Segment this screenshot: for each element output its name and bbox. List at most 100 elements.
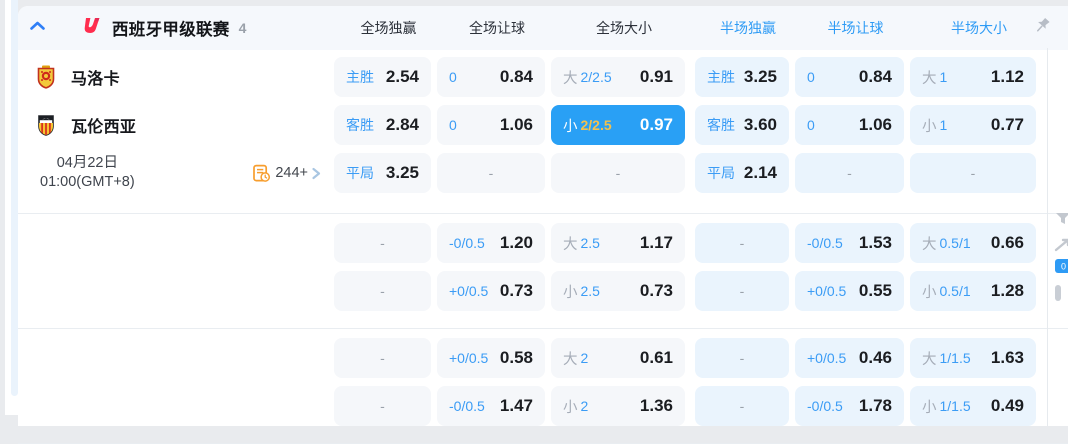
empty-odds-dash: -	[380, 283, 385, 299]
odds-cell-ft-1x2[interactable]: 平局 3.25	[334, 153, 431, 193]
match-meta: 04月22日 01:00(GMT+8) 244+	[18, 154, 334, 192]
svg-text:0: 0	[1061, 262, 1066, 272]
right-rail: 0	[1054, 6, 1068, 426]
odds-value: 1.20	[499, 233, 533, 252]
column-header-ft-1x2: 全场独赢	[340, 18, 437, 38]
rail-handle-icon[interactable]	[1054, 284, 1068, 302]
goal-line: 2	[580, 350, 589, 366]
odds-cell-ft-handicap[interactable]: +0/0.5 0.58	[437, 338, 545, 378]
odds-cell-ht-1x2: -	[695, 386, 789, 426]
odds-cell-ft-ou-selected[interactable]: 小 2/2.5 0.97	[551, 105, 685, 145]
league-match-count: 4	[238, 20, 247, 36]
over-under-prefix: 大	[922, 70, 937, 87]
empty-odds-dash: -	[739, 283, 745, 299]
odds-cell-ht-handicap[interactable]: 0 1.06	[795, 105, 904, 145]
goal-line: 2/2.5	[580, 117, 612, 133]
column-header-ft-handicap: 全场让球	[443, 18, 551, 38]
odds-cell-ht-handicap[interactable]: -0/0.5 1.78	[795, 386, 904, 426]
empty-odds-dash: -	[739, 398, 745, 414]
odds-cell-ft-handicap[interactable]: 0 0.84	[437, 57, 545, 97]
odds-cells: - -0/0.5 1.47 小 2 1.36- -0/0.5 1.78 小 1/1.5 0.49	[334, 386, 1036, 426]
odds-cell-ft-ou[interactable]: 大 2/2.5 0.91	[551, 57, 685, 97]
odds-cells: 主胜 2.54 0 0.84 大 2/2.5 0.91 主胜 3.25 0 0.84 大 1 1.12	[334, 57, 1036, 97]
over-under-prefix: 大	[563, 70, 578, 87]
odds-cell-ht-ou[interactable]: 小 1/1.5 0.49	[910, 386, 1036, 426]
team-name: 瓦伦西亚	[71, 119, 137, 136]
odds-cells: 客胜 2.84 0 1.06 小 2/2.5 0.97 客胜 3.60 0 1.06 小 1 0.77	[334, 105, 1036, 145]
odds-cell-ft-ou[interactable]: 大 2.5 1.17	[551, 223, 685, 263]
odds-cell-ft-ou[interactable]: 大 2 0.61	[551, 338, 685, 378]
odds-value: 3.60	[743, 115, 777, 134]
odds-cell-ht-handicap: -	[795, 153, 904, 193]
odds-cell-ft-ou[interactable]: 小 2 1.36	[551, 386, 685, 426]
selection-label: 客胜	[707, 117, 735, 133]
odds-cell-ht-handicap[interactable]: 0 0.84	[795, 57, 904, 97]
odds-cells: - -0/0.5 1.20 大 2.5 1.17- -0/0.5 1.53 大 0.5/1 0.66	[334, 223, 1036, 263]
odds-cell-ht-ou[interactable]: 小 1 0.77	[910, 105, 1036, 145]
odds-value: 0.55	[858, 281, 892, 300]
odds-cell-ht-1x2: -	[695, 223, 789, 263]
column-header-label: 全场让球	[469, 20, 525, 36]
goal-line: 2/2.5	[580, 69, 612, 85]
odds-row: - -0/0.5 1.20 大 2.5 1.17- -0/0.5 1.53 大 0.5/1 0.66	[18, 223, 1068, 263]
odds-value: 3.25	[743, 67, 777, 86]
odds-cell-ht-ou[interactable]: 大 0.5/1 0.66	[910, 223, 1036, 263]
selection-label: 平局	[346, 165, 374, 181]
over-under-prefix: 小	[922, 399, 937, 416]
odds-value: 2.14	[743, 163, 777, 182]
pushpin-icon[interactable]	[1032, 16, 1054, 38]
odds-cell-ft-handicap[interactable]: -0/0.5 1.47	[437, 386, 545, 426]
odds-cell-ht-1x2[interactable]: 客胜 3.60	[695, 105, 789, 145]
more-markets-link[interactable]: 244+	[252, 164, 324, 183]
odds-groups: 马洛卡 主胜 2.54 0 0.84 大 2/2.5 0.91 主胜 3.25 0 0.84 大 1 1.1…	[18, 50, 1068, 444]
odds-cells: - +0/0.5 0.73 小 2.5 0.73 - +0/0.5 0.55 小 0.5/1 1.28	[334, 271, 1036, 311]
odds-group-1: 马洛卡 主胜 2.54 0 0.84 大 2/2.5 0.91 主胜 3.25 0 0.84 大 1 1.1…	[18, 57, 1068, 213]
odds-cell-ht-1x2[interactable]: 主胜 3.25	[695, 57, 789, 97]
odds-value: 1.53	[858, 233, 892, 252]
odds-row: 瓦伦西亚 客胜 2.84 0 1.06 小 2/2.5 0.97 客胜 3.60 0 1.06 小 1 0.…	[18, 105, 1068, 145]
over-under-prefix: 大	[563, 236, 578, 253]
selection-label: 0	[807, 117, 815, 133]
odds-value: 0.97	[639, 115, 673, 134]
goal-line: 1	[939, 117, 948, 133]
empty-odds-dash: -	[488, 165, 494, 181]
odds-value: 2.84	[385, 115, 419, 134]
odds-cell-ht-handicap[interactable]: +0/0.5 0.55	[795, 271, 904, 311]
odds-value: 0.46	[858, 348, 892, 367]
rail-badge-icon[interactable]: 0	[1054, 258, 1068, 276]
odds-value: 1.06	[499, 115, 533, 134]
column-header-label: 半场让球	[827, 20, 884, 36]
odds-cell-ht-handicap[interactable]: +0/0.5 0.46	[795, 338, 904, 378]
odds-cell-ft-1x2[interactable]: 主胜 2.54	[334, 57, 431, 97]
rail-icon-2[interactable]	[1054, 238, 1068, 256]
column-header-label: 全场独赢	[360, 20, 417, 36]
odds-cell-ft-handicap[interactable]: 0 1.06	[437, 105, 545, 145]
odds-cell-ft-handicap[interactable]: -0/0.5 1.20	[437, 223, 545, 263]
selection-label: 0	[449, 69, 457, 85]
odds-value: 3.25	[385, 163, 419, 182]
goal-line: 0.5/1	[939, 235, 971, 251]
odds-value: 0.84	[858, 67, 892, 86]
odds-cell-ht-handicap[interactable]: -0/0.5 1.53	[795, 223, 904, 263]
odds-value: 1.78	[858, 396, 892, 415]
odds-value: 0.77	[990, 115, 1024, 134]
odds-cell-ft-handicap[interactable]: +0/0.5 0.73	[437, 271, 545, 311]
odds-cell-ft-1x2: -	[334, 338, 431, 378]
odds-cell-ht-ou[interactable]: 小 0.5/1 1.28	[910, 271, 1036, 311]
goal-line: 2.5	[580, 283, 600, 299]
odds-row: 04月22日 01:00(GMT+8) 244+ 平局 3.25 - - 平局 2.14 - -	[18, 153, 1068, 193]
odds-cell-ht-1x2[interactable]: 平局 2.14	[695, 153, 789, 193]
empty-odds-dash: -	[380, 235, 385, 251]
over-under-prefix: 大	[563, 351, 578, 368]
odds-value: 0.73	[499, 281, 533, 300]
odds-cell-ft-1x2[interactable]: 客胜 2.84	[334, 105, 431, 145]
odds-value: 1.06	[858, 115, 892, 134]
odds-cell-ft-ou[interactable]: 小 2.5 0.73	[551, 271, 685, 311]
column-header-label: 全场大小	[596, 20, 652, 36]
chevron-right-icon	[310, 166, 324, 180]
collapse-league-button[interactable]	[27, 18, 47, 38]
odds-cell-ht-ou[interactable]: 大 1/1.5 1.63	[910, 338, 1036, 378]
rail-icon-1[interactable]	[1054, 210, 1068, 228]
selection-label: +0/0.5	[807, 350, 847, 366]
odds-cell-ht-ou[interactable]: 大 1 1.12	[910, 57, 1036, 97]
